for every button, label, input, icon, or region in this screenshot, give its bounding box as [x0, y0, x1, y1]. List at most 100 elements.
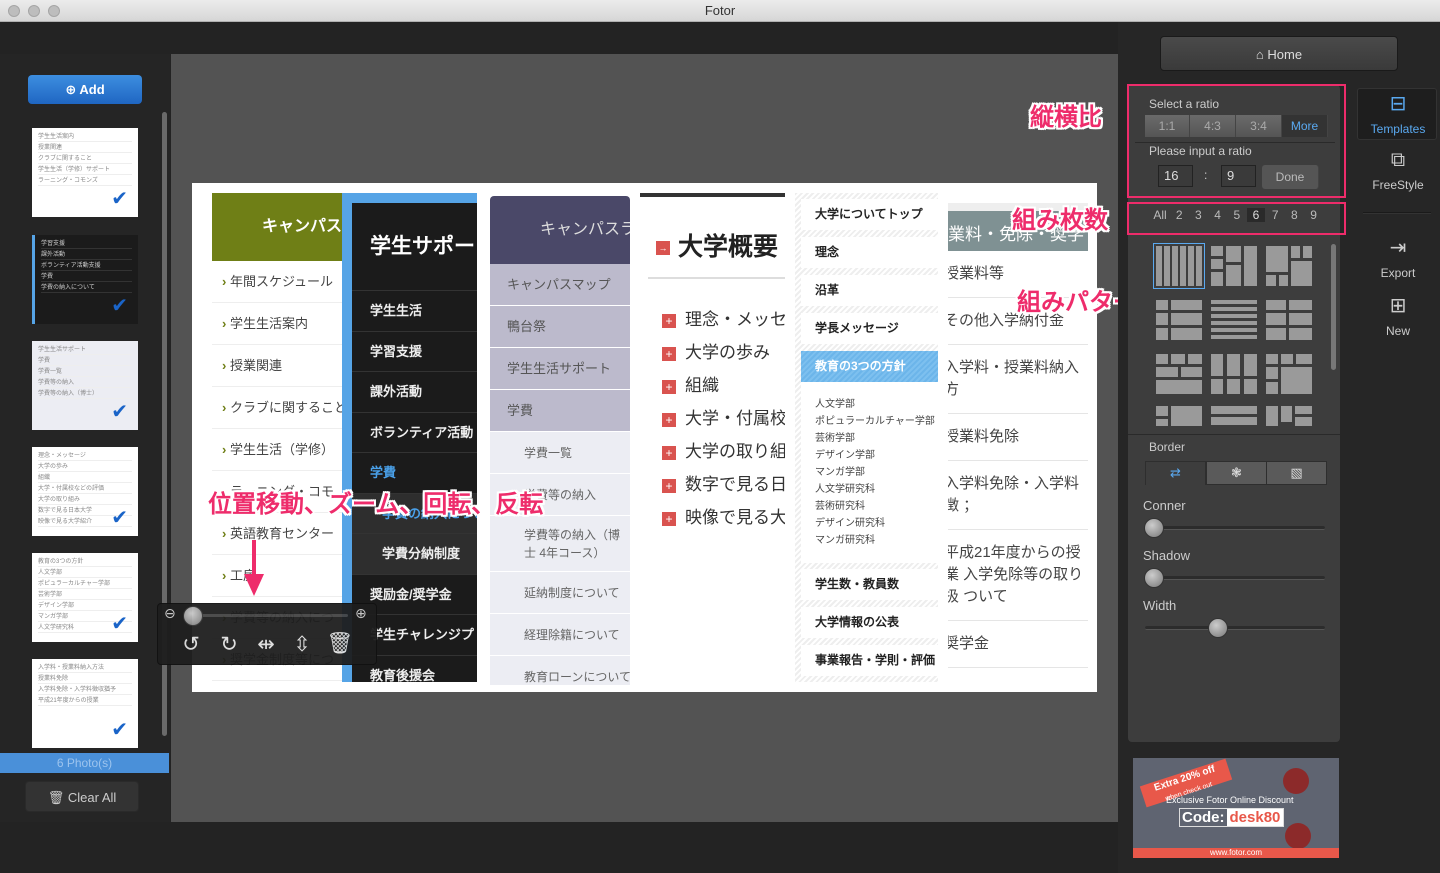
- photo-thumbnail[interactable]: 教育の3つの方針 人文学部 ポピュラーカルチャー学部 芸術学部 デザイン学部 マンガ学部人…: [32, 553, 138, 642]
- tab-export[interactable]: ⇥ Export: [1358, 235, 1438, 280]
- conner-slider[interactable]: [1145, 526, 1325, 530]
- flip-vertical-icon[interactable]: ⇳: [288, 632, 316, 657]
- cell-item: 映像で見る大: [640, 501, 785, 534]
- template-scrollbar[interactable]: [1331, 244, 1336, 370]
- template-option[interactable]: [1266, 354, 1312, 394]
- title-bar: Fotor: [0, 0, 1440, 22]
- zoom-slider-handle[interactable]: [183, 606, 203, 626]
- clear-all-button[interactable]: 🗑 Clear All: [25, 781, 139, 812]
- template-option[interactable]: [1211, 300, 1257, 340]
- collage-cell-3[interactable]: キャンパスライフキャンパスマップ鴨台祭学生生活サポート学費学費一覧学費等の納入学…: [490, 196, 630, 685]
- tab-new[interactable]: ⊞ New: [1358, 293, 1438, 338]
- promo-code-value: desk80: [1226, 809, 1284, 826]
- template-option[interactable]: [1266, 406, 1312, 428]
- cell-subitem: 延納制度について: [490, 572, 630, 614]
- collage-cell-4[interactable]: 大学概要理念・メッセ大学の歩み組織大学・付属校大学の取り組数字で見る日映像で見る…: [640, 193, 785, 682]
- collage-cell-5[interactable]: 大学についてトップ 理念 沿革 学長メッセージ 教育の3つの方針 人文学部 ポピュラーカルチ…: [795, 193, 938, 682]
- export-icon: ⇥: [1389, 237, 1407, 259]
- thumbnail-line: 理念・メッセージ: [38, 450, 132, 461]
- thumbnail-line: 授業関連: [38, 142, 132, 153]
- thumbnail-line: 学費等の納入: [38, 377, 132, 388]
- zoom-window-button[interactable]: [48, 5, 60, 17]
- border-tab-adjust[interactable]: ⇄: [1145, 461, 1206, 485]
- zoom-out-icon[interactable]: ⊖: [164, 605, 176, 622]
- border-label: Border: [1149, 440, 1186, 454]
- cell-item: 沿革: [801, 275, 938, 306]
- promo-url: www.fotor.com: [1133, 848, 1339, 858]
- thumbnail-line: 学費の納入について: [41, 282, 132, 293]
- annotation-aspect: 縦横比: [1030, 104, 1102, 131]
- cell-item: 学習支援: [352, 332, 477, 372]
- cell-item: クラブに関すること: [212, 387, 342, 429]
- thumbnail-line: 学費等の納入（博士）: [38, 388, 132, 399]
- cell-item: 入学料・授業料納入方: [948, 345, 1088, 414]
- conner-label: Conner: [1143, 498, 1186, 513]
- cell-item: 学生生活: [352, 291, 477, 332]
- conner-slider-handle[interactable]: [1144, 518, 1164, 538]
- width-slider-handle[interactable]: [1208, 618, 1228, 638]
- cell-item: 理念: [801, 237, 938, 268]
- zoom-slider[interactable]: [186, 614, 348, 617]
- cell-item: 学長メッセージ: [801, 313, 938, 344]
- checkmark-icon: ✔: [111, 295, 128, 317]
- photo-thumbnail[interactable]: 理念・メッセージ 大学の歩み 組織 大学・付属校などの評価 大学の取り組み 数字で見る日本…: [32, 447, 138, 536]
- thumbnail-line: 学生生活サポート: [38, 344, 132, 355]
- cell-header: 大学概要: [648, 197, 785, 279]
- template-option[interactable]: [1211, 354, 1257, 394]
- divider: [1363, 212, 1431, 214]
- checkmark-icon: ✔: [111, 507, 128, 529]
- thumbnail-line: 芸術学部: [38, 589, 132, 600]
- template-option[interactable]: [1266, 300, 1312, 340]
- template-option[interactable]: [1266, 246, 1312, 286]
- cell-item: 大学への寄附金: [948, 668, 1088, 682]
- close-window-button[interactable]: [8, 5, 20, 17]
- cell-item: 組織: [640, 369, 785, 402]
- promo-code-label: Code:: [1182, 809, 1225, 826]
- home-icon: ⌂: [1255, 47, 1264, 62]
- border-tab-color[interactable]: ❃: [1206, 461, 1267, 485]
- border-tab-texture[interactable]: ▧: [1266, 461, 1327, 485]
- thumbnail-line: 課外活動: [41, 249, 132, 260]
- annotation-count: 組み枚数: [1012, 207, 1108, 234]
- cell-item: 授業料免除: [948, 414, 1088, 461]
- promo-banner[interactable]: Extra 20% off when check out Exclusive Fo…: [1133, 758, 1339, 858]
- zoom-in-icon[interactable]: ⊕: [355, 605, 367, 622]
- new-icon: ⊞: [1389, 295, 1407, 317]
- tab-templates[interactable]: ⊟ Templates: [1358, 91, 1438, 136]
- thumbnail-line: 学習支援: [41, 238, 132, 249]
- thumbnail-line: 入学料免除・入学料徴収猶予: [38, 684, 132, 695]
- cell-subitem: マンガ研究科: [815, 535, 875, 546]
- cell-item: 授業関連: [212, 345, 342, 387]
- photo-thumbnail[interactable]: 学習支援 課外活動 ボランティア活動支援 学費 学費の納入について ✔: [32, 235, 138, 324]
- home-button[interactable]: ⌂ Home: [1160, 36, 1398, 71]
- rotate-right-icon[interactable]: ↻: [215, 632, 243, 657]
- width-label: Width: [1143, 598, 1177, 613]
- tab-label: Export: [1380, 266, 1416, 280]
- shadow-slider[interactable]: [1145, 576, 1325, 580]
- cell-item: 奨学金: [948, 621, 1088, 668]
- template-option[interactable]: [1156, 406, 1202, 428]
- cell-item: 英語教育センター: [212, 513, 342, 555]
- tab-freestyle[interactable]: ⧉ FreeStyle: [1358, 149, 1438, 192]
- photo-thumbnail[interactable]: 学生生活案内 授業関連 クラブに関すること 学生生活（学修）サポート ラーニング・コモン…: [32, 128, 138, 217]
- shadow-slider-handle[interactable]: [1144, 568, 1164, 588]
- template-option[interactable]: [1211, 246, 1257, 286]
- cell-subitem: デザイン研究科: [815, 518, 885, 529]
- template-option[interactable]: [1211, 406, 1257, 428]
- rotate-left-icon[interactable]: ↺: [177, 632, 205, 657]
- template-option[interactable]: [1156, 300, 1202, 340]
- minimize-window-button[interactable]: [28, 5, 40, 17]
- delete-icon[interactable]: 🗑: [326, 632, 354, 656]
- phone-image: [1285, 823, 1311, 849]
- flip-horizontal-icon[interactable]: ⇹: [252, 632, 280, 657]
- add-photo-button[interactable]: ⊕ Add: [28, 75, 142, 104]
- template-option[interactable]: [1156, 354, 1202, 394]
- template-option[interactable]: [1153, 243, 1205, 289]
- cell-item: 理念・メッセ: [640, 303, 785, 336]
- photo-thumbnail[interactable]: 学生生活サポート 学費 学費一覧 学費等の納入 学費等の納入（博士） ✔: [32, 341, 138, 430]
- photo-thumbnail[interactable]: 入学料・授業料納入方法 授業料免除 入学料免除・入学料徴収猶予 平成21年度からの授業…: [32, 659, 138, 748]
- thumbnail-line: 学費: [41, 271, 132, 282]
- collage-cell-6[interactable]: 業料・免除・奨学授業料等その他入学納付金入学料・授業料納入方授業料免除入学料免除…: [948, 193, 1088, 682]
- width-slider[interactable]: [1145, 626, 1325, 630]
